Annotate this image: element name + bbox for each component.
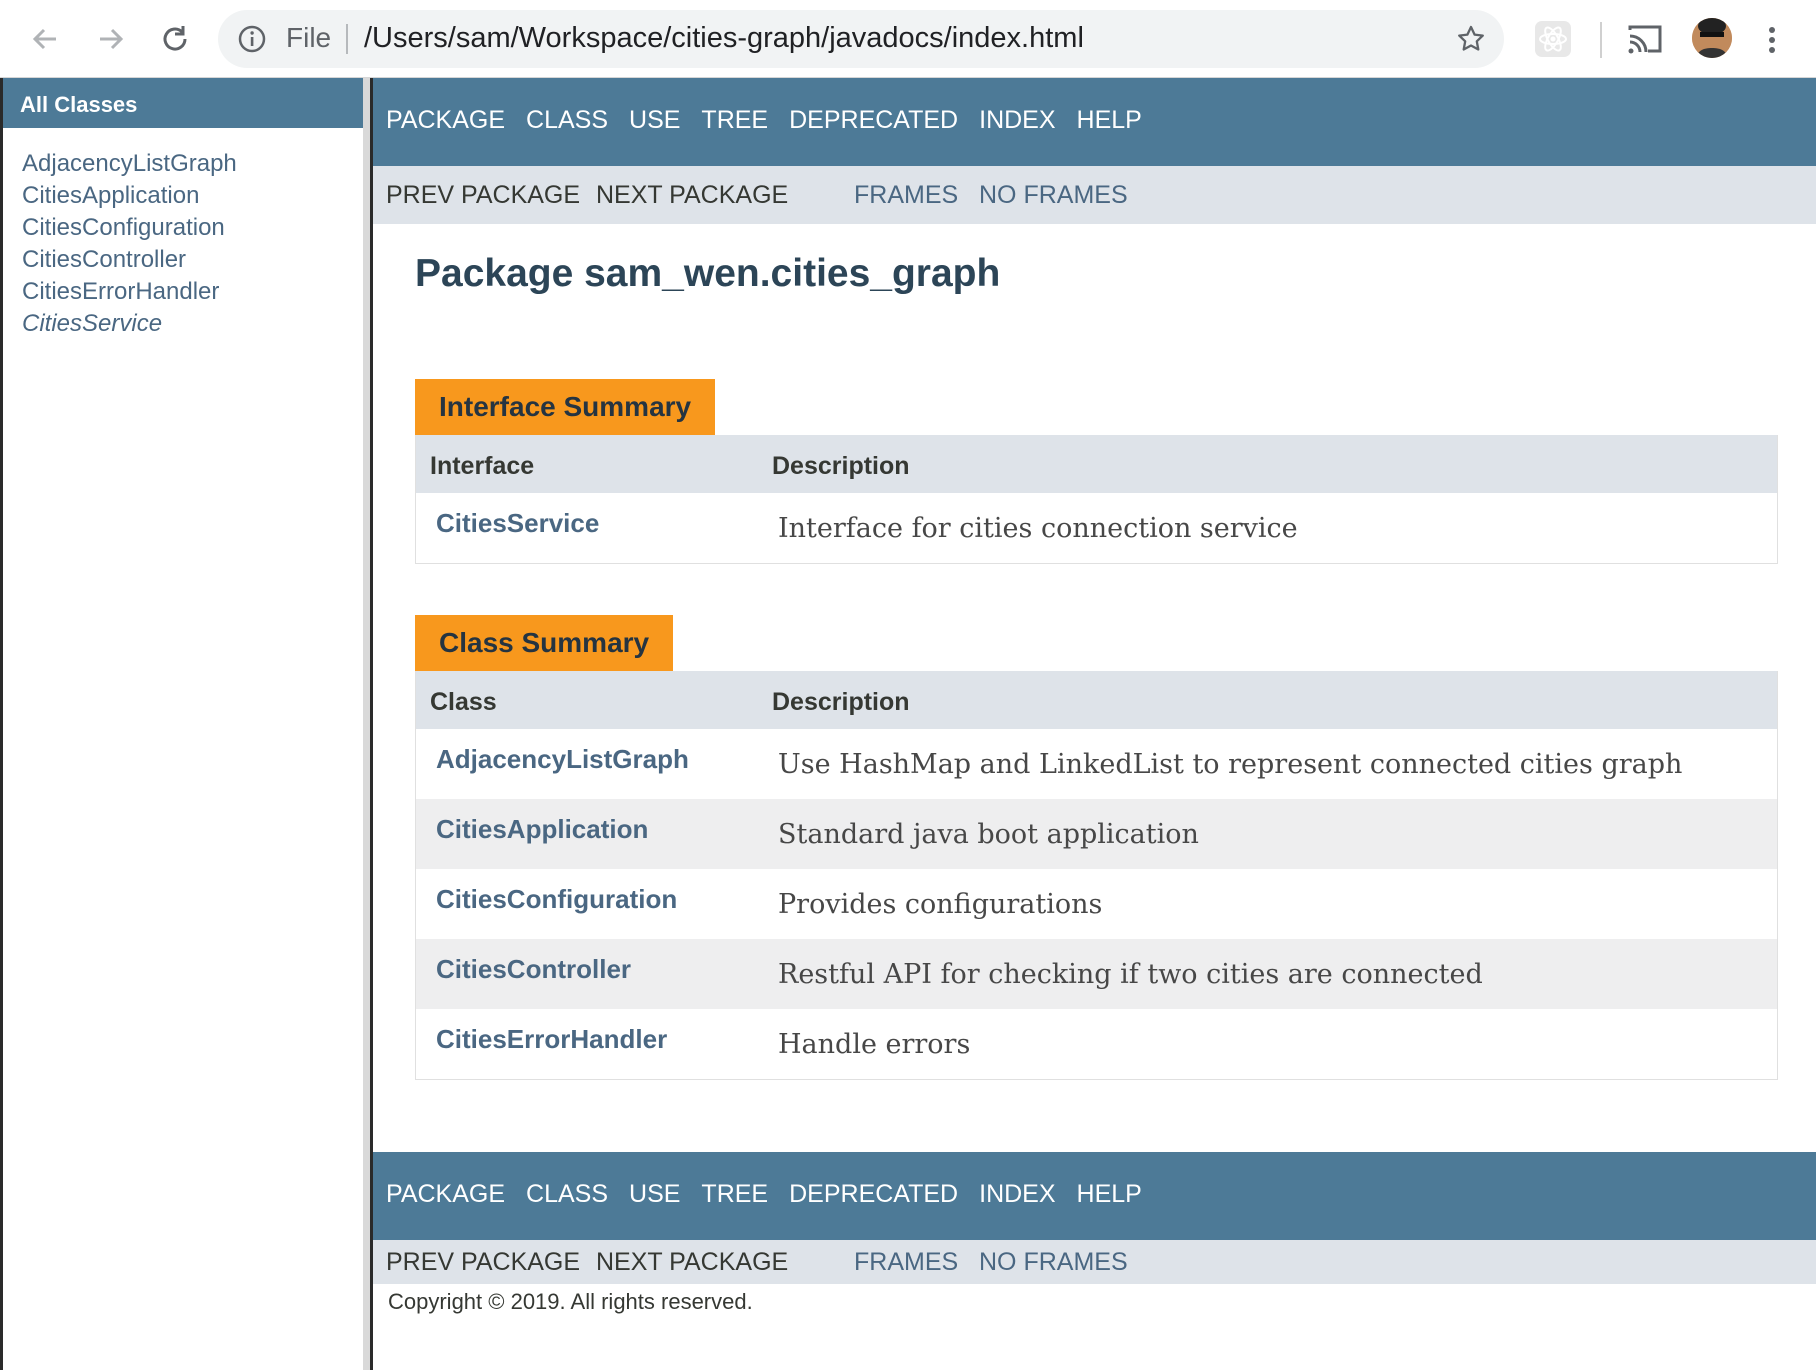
table-row: CitiesConfiguration Provides configurati… — [416, 869, 1777, 939]
info-icon[interactable] — [238, 25, 266, 58]
interface-summary-caption: Interface Summary — [415, 379, 716, 435]
table-header: Interface Description — [416, 435, 1777, 493]
toolbar-separator — [1600, 22, 1602, 58]
no-frames-link[interactable]: NO FRAMES — [979, 181, 1128, 210]
class-list-item[interactable]: CitiesConfiguration — [22, 212, 237, 244]
nav-link-index[interactable]: INDEX — [979, 106, 1055, 134]
url-separator — [346, 24, 348, 54]
class-list: AdjacencyListGraph CitiesApplication Cit… — [22, 148, 237, 340]
all-classes-title: All Classes — [20, 92, 138, 117]
copyright-text: Copyright © 2019. All rights reserved. — [388, 1289, 753, 1314]
table-header: Class Description — [416, 671, 1777, 729]
more-menu-icon[interactable] — [1758, 20, 1786, 60]
nav-link-package[interactable]: PACKAGE — [386, 106, 505, 134]
no-frames-link[interactable]: NO FRAMES — [979, 1248, 1128, 1277]
table-row: AdjacencyListGraph Use HashMap and Linke… — [416, 729, 1777, 799]
nav-link-deprecated[interactable]: DEPRECATED — [789, 1180, 958, 1208]
class-link[interactable]: CitiesConfiguration — [436, 884, 677, 915]
class-link[interactable]: CitiesErrorHandler — [436, 1024, 667, 1055]
interface-summary-table: Interface Description CitiesService Inte… — [415, 435, 1778, 564]
url-scheme-label: File — [286, 22, 332, 53]
nav-link-class[interactable]: CLASS — [526, 106, 608, 134]
table-row: CitiesErrorHandler Handle errors — [416, 1009, 1777, 1079]
class-list-item[interactable]: AdjacencyListGraph — [22, 148, 237, 180]
description-text: Provides configurations — [778, 889, 1103, 920]
interface-link[interactable]: CitiesService — [436, 508, 599, 539]
nav-link-help[interactable]: HELP — [1077, 106, 1142, 134]
nav-link-deprecated[interactable]: DEPRECATED — [789, 106, 958, 134]
prev-package-label: PREV PACKAGE — [386, 1248, 581, 1276]
class-link[interactable]: AdjacencyListGraph — [436, 744, 689, 775]
all-classes-frame: All Classes AdjacencyListGraph CitiesApp… — [0, 78, 363, 1370]
bookmark-star-icon[interactable] — [1456, 24, 1486, 59]
table-row: CitiesService Interface for cities conne… — [416, 493, 1777, 563]
column-header-interface: Interface — [430, 452, 535, 480]
class-summary-table: Class Description AdjacencyListGraph Use… — [415, 671, 1778, 1080]
description-text: Handle errors — [778, 1029, 971, 1060]
next-package-label: NEXT PACKAGE — [596, 181, 789, 209]
class-list-item[interactable]: CitiesController — [22, 244, 237, 276]
profile-avatar[interactable] — [1692, 18, 1732, 58]
prev-package-label: PREV PACKAGE — [386, 181, 581, 209]
all-classes-header: All Classes — [3, 78, 363, 128]
frames-link[interactable]: FRAMES — [854, 181, 958, 210]
column-header-class: Class — [430, 688, 497, 716]
top-nav-bar: PACKAGE CLASS USE TREE DEPRECATED INDEX HELP — [373, 78, 1816, 166]
interface-list-item[interactable]: CitiesService — [22, 308, 237, 340]
class-link[interactable]: CitiesApplication — [436, 814, 648, 845]
description-text: Interface for cities connection service — [778, 513, 1298, 544]
address-bar[interactable]: File /Users/sam/Workspace/cities-graph/j… — [218, 10, 1504, 68]
nav-link-index[interactable]: INDEX — [979, 1180, 1055, 1208]
class-list-item[interactable]: CitiesApplication — [22, 180, 237, 212]
class-link[interactable]: CitiesController — [436, 954, 631, 985]
frame-divider[interactable] — [363, 78, 373, 1370]
browser-toolbar: File /Users/sam/Workspace/cities-graph/j… — [0, 0, 1816, 78]
frames-link[interactable]: FRAMES — [854, 1248, 958, 1277]
cast-icon[interactable] — [1626, 20, 1664, 63]
table-row: CitiesApplication Standard java boot app… — [416, 799, 1777, 869]
column-header-description: Description — [772, 688, 910, 716]
bottom-sub-nav: PREV PACKAGE NEXT PACKAGE FRAMES NO FRAM… — [373, 1240, 1816, 1284]
nav-link-help[interactable]: HELP — [1077, 1180, 1142, 1208]
next-package-label: NEXT PACKAGE — [596, 1248, 789, 1276]
nav-link-tree[interactable]: TREE — [701, 1180, 768, 1208]
class-list-item[interactable]: CitiesErrorHandler — [22, 276, 237, 308]
top-sub-nav: PREV PACKAGE NEXT PACKAGE FRAMES NO FRAM… — [373, 166, 1816, 224]
class-summary-caption: Class Summary — [415, 615, 674, 671]
forward-arrow-icon[interactable] — [90, 18, 132, 60]
bottom-nav-bar: PACKAGE CLASS USE TREE DEPRECATED INDEX HELP — [373, 1152, 1816, 1240]
description-text: Restful API for checking if two cities a… — [778, 959, 1483, 990]
description-text: Use HashMap and LinkedList to represent … — [778, 749, 1683, 780]
nav-link-tree[interactable]: TREE — [701, 106, 768, 134]
table-row: CitiesController Restful API for checkin… — [416, 939, 1777, 1009]
nav-link-use[interactable]: USE — [629, 106, 680, 134]
url-text[interactable]: /Users/sam/Workspace/cities-graph/javado… — [364, 22, 1084, 55]
reload-icon[interactable] — [154, 18, 196, 60]
nav-link-class[interactable]: CLASS — [526, 1180, 608, 1208]
description-text: Standard java boot application — [778, 819, 1199, 850]
react-devtools-icon[interactable] — [1534, 20, 1572, 63]
nav-link-use[interactable]: USE — [629, 1180, 680, 1208]
package-summary-frame: PACKAGE CLASS USE TREE DEPRECATED INDEX HELP P… — [373, 78, 1816, 1370]
back-arrow-icon[interactable] — [24, 18, 66, 60]
nav-link-package[interactable]: PACKAGE — [386, 1180, 505, 1208]
column-header-description: Description — [772, 452, 910, 480]
page-title: Package sam_wen.cities_graph — [415, 252, 1001, 295]
